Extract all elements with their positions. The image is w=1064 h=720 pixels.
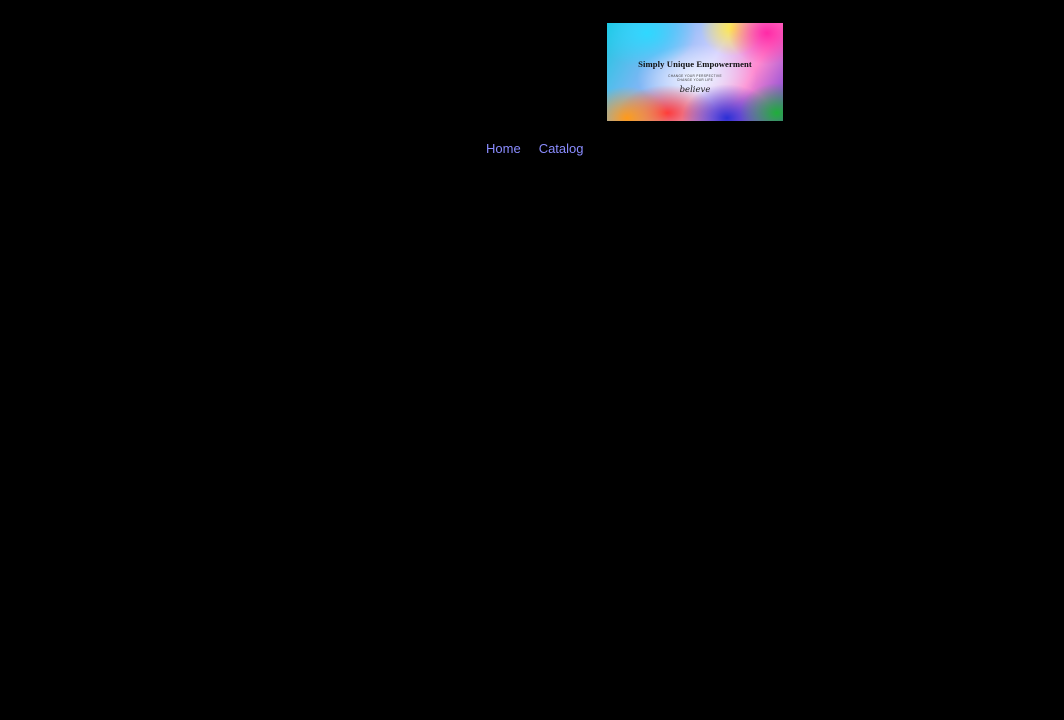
logo-script-text: believe xyxy=(679,85,711,95)
page: Simply Unique Empowerment CHANGE YOUR PE… xyxy=(0,0,1064,720)
logo-link[interactable]: Simply Unique Empowerment CHANGE YOUR PE… xyxy=(607,23,783,121)
main-nav: Home Catalog xyxy=(486,141,584,157)
logo-tagline-line2: CHANGE YOUR LIFE xyxy=(676,78,714,82)
brand-logo-banner: Simply Unique Empowerment CHANGE YOUR PE… xyxy=(607,23,783,121)
nav-link-catalog[interactable]: Catalog xyxy=(539,141,584,157)
logo-title: Simply Unique Empowerment xyxy=(638,59,752,69)
nav-link-home[interactable]: Home xyxy=(486,141,521,157)
